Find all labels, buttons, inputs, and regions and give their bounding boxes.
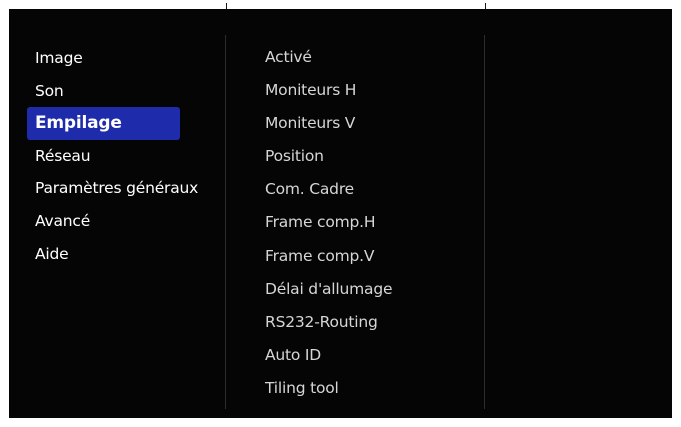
main-menu-item-aide[interactable]: Aide — [27, 238, 222, 271]
sub-menu-item-moniteurs-h[interactable]: Moniteurs H — [265, 74, 475, 107]
column-divider-right — [484, 35, 485, 409]
sub-menu-item-delai-allumage[interactable]: Délai d'allumage — [265, 273, 475, 306]
main-menu-item-image[interactable]: Image — [27, 42, 222, 75]
osd-menu-panel: Image Son Empilage Réseau Paramètres gén… — [9, 9, 672, 418]
sub-menu-item-rs232-routing[interactable]: RS232-Routing — [265, 306, 475, 339]
sub-menu-item-tiling-tool[interactable]: Tiling tool — [265, 372, 475, 405]
sub-menu-item-com-cadre[interactable]: Com. Cadre — [265, 173, 475, 206]
main-menu-item-son[interactable]: Son — [27, 75, 222, 108]
main-menu-item-avance[interactable]: Avancé — [27, 205, 222, 238]
main-menu-item-reseau[interactable]: Réseau — [27, 140, 222, 173]
main-menu: Image Son Empilage Réseau Paramètres gén… — [27, 42, 222, 270]
sub-menu-item-moniteurs-v[interactable]: Moniteurs V — [265, 107, 475, 140]
sub-menu: Activé Moniteurs H Moniteurs V Position … — [265, 41, 475, 405]
main-menu-item-parametres-generaux[interactable]: Paramètres généraux — [27, 172, 222, 205]
sub-menu-item-frame-comp-h[interactable]: Frame comp.H — [265, 206, 475, 239]
main-menu-item-empilage[interactable]: Empilage — [27, 107, 180, 140]
sub-menu-item-frame-comp-v[interactable]: Frame comp.V — [265, 240, 475, 273]
sub-menu-item-active[interactable]: Activé — [265, 41, 475, 74]
column-divider-left — [225, 35, 226, 409]
sub-menu-item-position[interactable]: Position — [265, 140, 475, 173]
sub-menu-item-auto-id[interactable]: Auto ID — [265, 339, 475, 372]
